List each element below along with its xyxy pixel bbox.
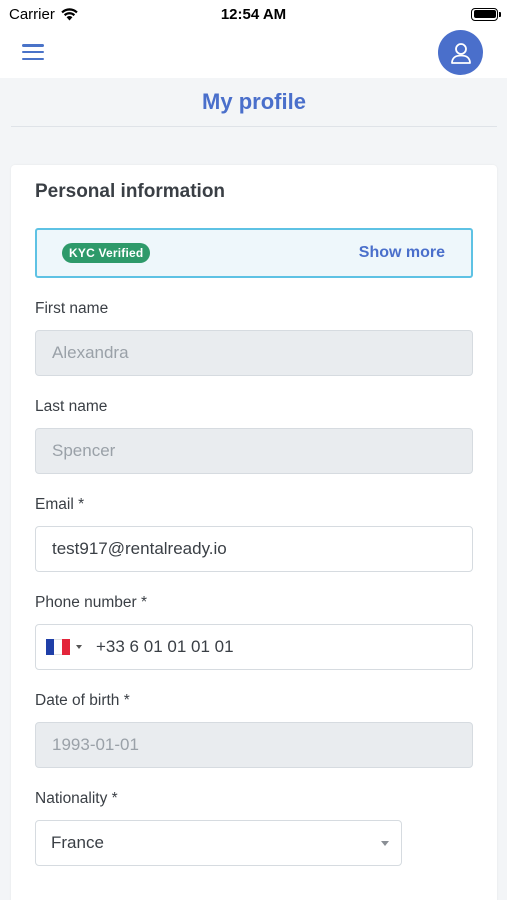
phone-label: Phone number * bbox=[35, 594, 148, 611]
first-name-value: Alexandra bbox=[52, 343, 129, 362]
user-avatar-button[interactable] bbox=[438, 30, 483, 75]
status-left: Carrier bbox=[9, 6, 78, 23]
email-field[interactable]: test917@rentalready.io bbox=[35, 526, 473, 572]
chevron-down-icon bbox=[76, 645, 82, 649]
kyc-status-box: KYC Verified Show more bbox=[35, 228, 473, 278]
dob-value: 1993-01-01 bbox=[52, 735, 139, 754]
carrier-label: Carrier bbox=[9, 5, 55, 23]
first-name-label: First name bbox=[35, 300, 109, 317]
country-code-selector[interactable] bbox=[46, 639, 82, 655]
last-name-field: Spencer bbox=[35, 428, 473, 474]
nationality-select[interactable]: France bbox=[35, 820, 402, 866]
app-header bbox=[0, 28, 507, 78]
user-icon bbox=[450, 42, 471, 64]
phone-value: +33 6 01 01 01 01 bbox=[96, 637, 234, 656]
section-title: Personal information bbox=[35, 181, 226, 202]
last-name-label: Last name bbox=[35, 398, 108, 415]
show-more-link[interactable]: Show more bbox=[359, 244, 445, 262]
battery-icon bbox=[471, 7, 501, 21]
page-title: My profile bbox=[202, 89, 306, 114]
dob-field: 1993-01-01 bbox=[35, 722, 473, 768]
status-bar: Carrier 12:54 AM bbox=[0, 0, 507, 28]
kyc-verified-badge: KYC Verified bbox=[62, 243, 151, 263]
page-title-bar: My profile bbox=[11, 78, 497, 127]
wifi-icon bbox=[61, 7, 78, 20]
nationality-label: Nationality * bbox=[35, 790, 118, 807]
dob-label: Date of birth * bbox=[35, 692, 130, 709]
chevron-down-icon bbox=[381, 840, 389, 846]
email-value: test917@rentalready.io bbox=[52, 539, 227, 558]
phone-field[interactable]: +33 6 01 01 01 01 bbox=[35, 624, 473, 670]
personal-info-card: Personal information KYC Verified Show m… bbox=[11, 165, 497, 900]
last-name-value: Spencer bbox=[52, 441, 116, 460]
status-time: 12:54 AM bbox=[220, 5, 287, 23]
first-name-field: Alexandra bbox=[35, 330, 473, 376]
france-flag-icon bbox=[46, 639, 70, 655]
hamburger-menu-icon[interactable] bbox=[22, 44, 44, 60]
nationality-value: France bbox=[51, 833, 104, 852]
email-label: Email * bbox=[35, 496, 85, 513]
